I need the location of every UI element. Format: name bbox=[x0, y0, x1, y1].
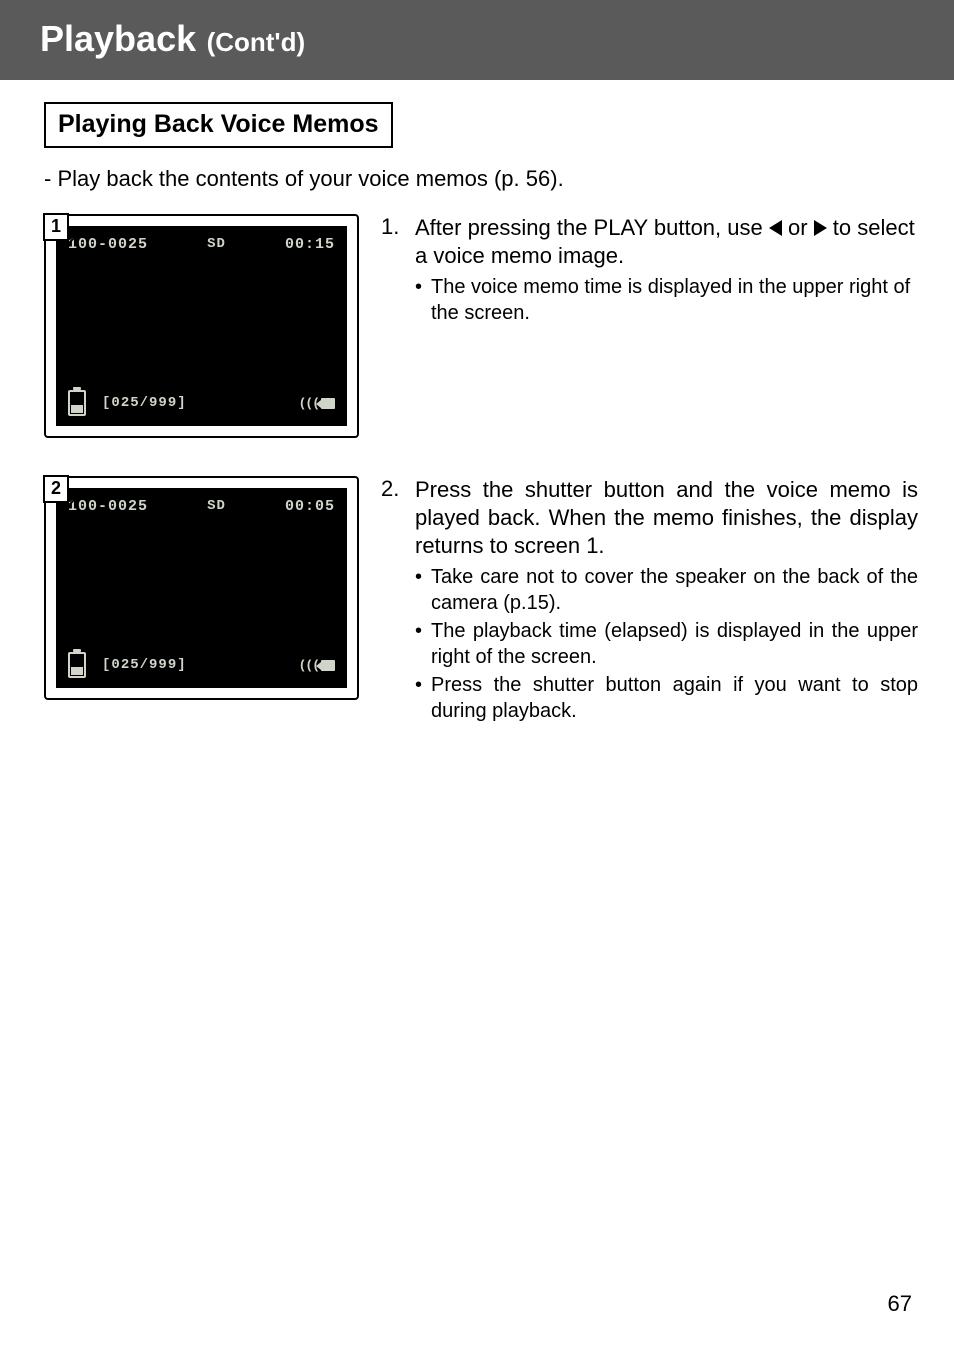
page-content: Playing Back Voice Memos - Play back the… bbox=[0, 80, 954, 726]
step-row: 1 100-0025 SD 00:15 [0 bbox=[44, 214, 918, 438]
left-arrow-icon bbox=[769, 220, 782, 236]
right-arrow-icon bbox=[814, 220, 827, 236]
lcd-screen: 100-0025 SD 00:05 [025/999] ((( bbox=[56, 488, 347, 688]
step-main-text: 2. Press the shutter button and the voic… bbox=[381, 476, 918, 560]
bullet-item: The playback time (elapsed) is displayed… bbox=[415, 618, 918, 670]
bullet-item: Take care not to cover the speaker on th… bbox=[415, 564, 918, 616]
manual-page: Playback (Cont'd) Playing Back Voice Mem… bbox=[0, 0, 954, 1345]
lcd-time: 00:15 bbox=[285, 236, 335, 253]
step-description: 1. After pressing the PLAY button, use o… bbox=[381, 214, 918, 328]
step-number: 2. bbox=[381, 476, 415, 560]
voice-memo-icon: ((( bbox=[299, 396, 335, 411]
step-number: 1. bbox=[381, 214, 415, 270]
page-number: 67 bbox=[888, 1291, 912, 1317]
lcd-media-type: SD bbox=[207, 498, 226, 515]
step-text-part: or bbox=[782, 215, 814, 240]
step-text: Press the shutter button and the voice m… bbox=[415, 476, 918, 560]
lcd-bottom-line: [025/999] ((( bbox=[56, 652, 347, 678]
step-main-text: 1. After pressing the PLAY button, use o… bbox=[381, 214, 918, 270]
bullet-item: The voice memo time is displayed in the … bbox=[415, 274, 918, 326]
battery-icon bbox=[68, 652, 86, 678]
figure-frame: 100-0025 SD 00:15 [025/999] ((( bbox=[44, 214, 359, 438]
bullet-item: Press the shutter button again if you wa… bbox=[415, 672, 918, 724]
step-text: After pressing the PLAY button, use or t… bbox=[415, 214, 918, 270]
section-heading: Playing Back Voice Memos bbox=[44, 102, 393, 148]
figure-frame: 100-0025 SD 00:05 [025/999] ((( bbox=[44, 476, 359, 700]
step-bullets: The voice memo time is displayed in the … bbox=[381, 274, 918, 326]
battery-icon bbox=[68, 390, 86, 416]
lcd-bottom-line: [025/999] ((( bbox=[56, 390, 347, 416]
figure: 2 100-0025 SD 00:05 [0 bbox=[44, 476, 359, 700]
lcd-counter: [025/999] bbox=[102, 657, 187, 673]
figure-number: 1 bbox=[43, 213, 69, 241]
lcd-bottom-left: [025/999] bbox=[68, 652, 187, 678]
speaker-shape-icon bbox=[321, 660, 335, 671]
page-header: Playback (Cont'd) bbox=[0, 0, 954, 80]
figure-number: 2 bbox=[43, 475, 69, 503]
voice-memo-icon: ((( bbox=[299, 658, 335, 673]
lcd-file-id: 100-0025 bbox=[68, 498, 148, 515]
step-row: 2 100-0025 SD 00:05 [0 bbox=[44, 476, 918, 726]
lcd-counter: [025/999] bbox=[102, 395, 187, 411]
lcd-screen: 100-0025 SD 00:15 [025/999] ((( bbox=[56, 226, 347, 426]
lcd-top-line: 100-0025 SD 00:05 bbox=[56, 498, 347, 515]
lcd-file-id: 100-0025 bbox=[68, 236, 148, 253]
speaker-shape-icon bbox=[321, 398, 335, 409]
lcd-top-line: 100-0025 SD 00:15 bbox=[56, 236, 347, 253]
step-text-part: After pressing the PLAY button, use bbox=[415, 215, 769, 240]
lcd-media-type: SD bbox=[207, 236, 226, 253]
lcd-bottom-left: [025/999] bbox=[68, 390, 187, 416]
header-subtitle: (Cont'd) bbox=[207, 27, 306, 57]
header-title: Playback bbox=[40, 18, 196, 59]
lcd-time: 00:05 bbox=[285, 498, 335, 515]
step-description: 2. Press the shutter button and the voic… bbox=[381, 476, 918, 726]
section-intro: - Play back the contents of your voice m… bbox=[44, 166, 918, 192]
step-bullets: Take care not to cover the speaker on th… bbox=[381, 564, 918, 724]
figure: 1 100-0025 SD 00:15 [0 bbox=[44, 214, 359, 438]
